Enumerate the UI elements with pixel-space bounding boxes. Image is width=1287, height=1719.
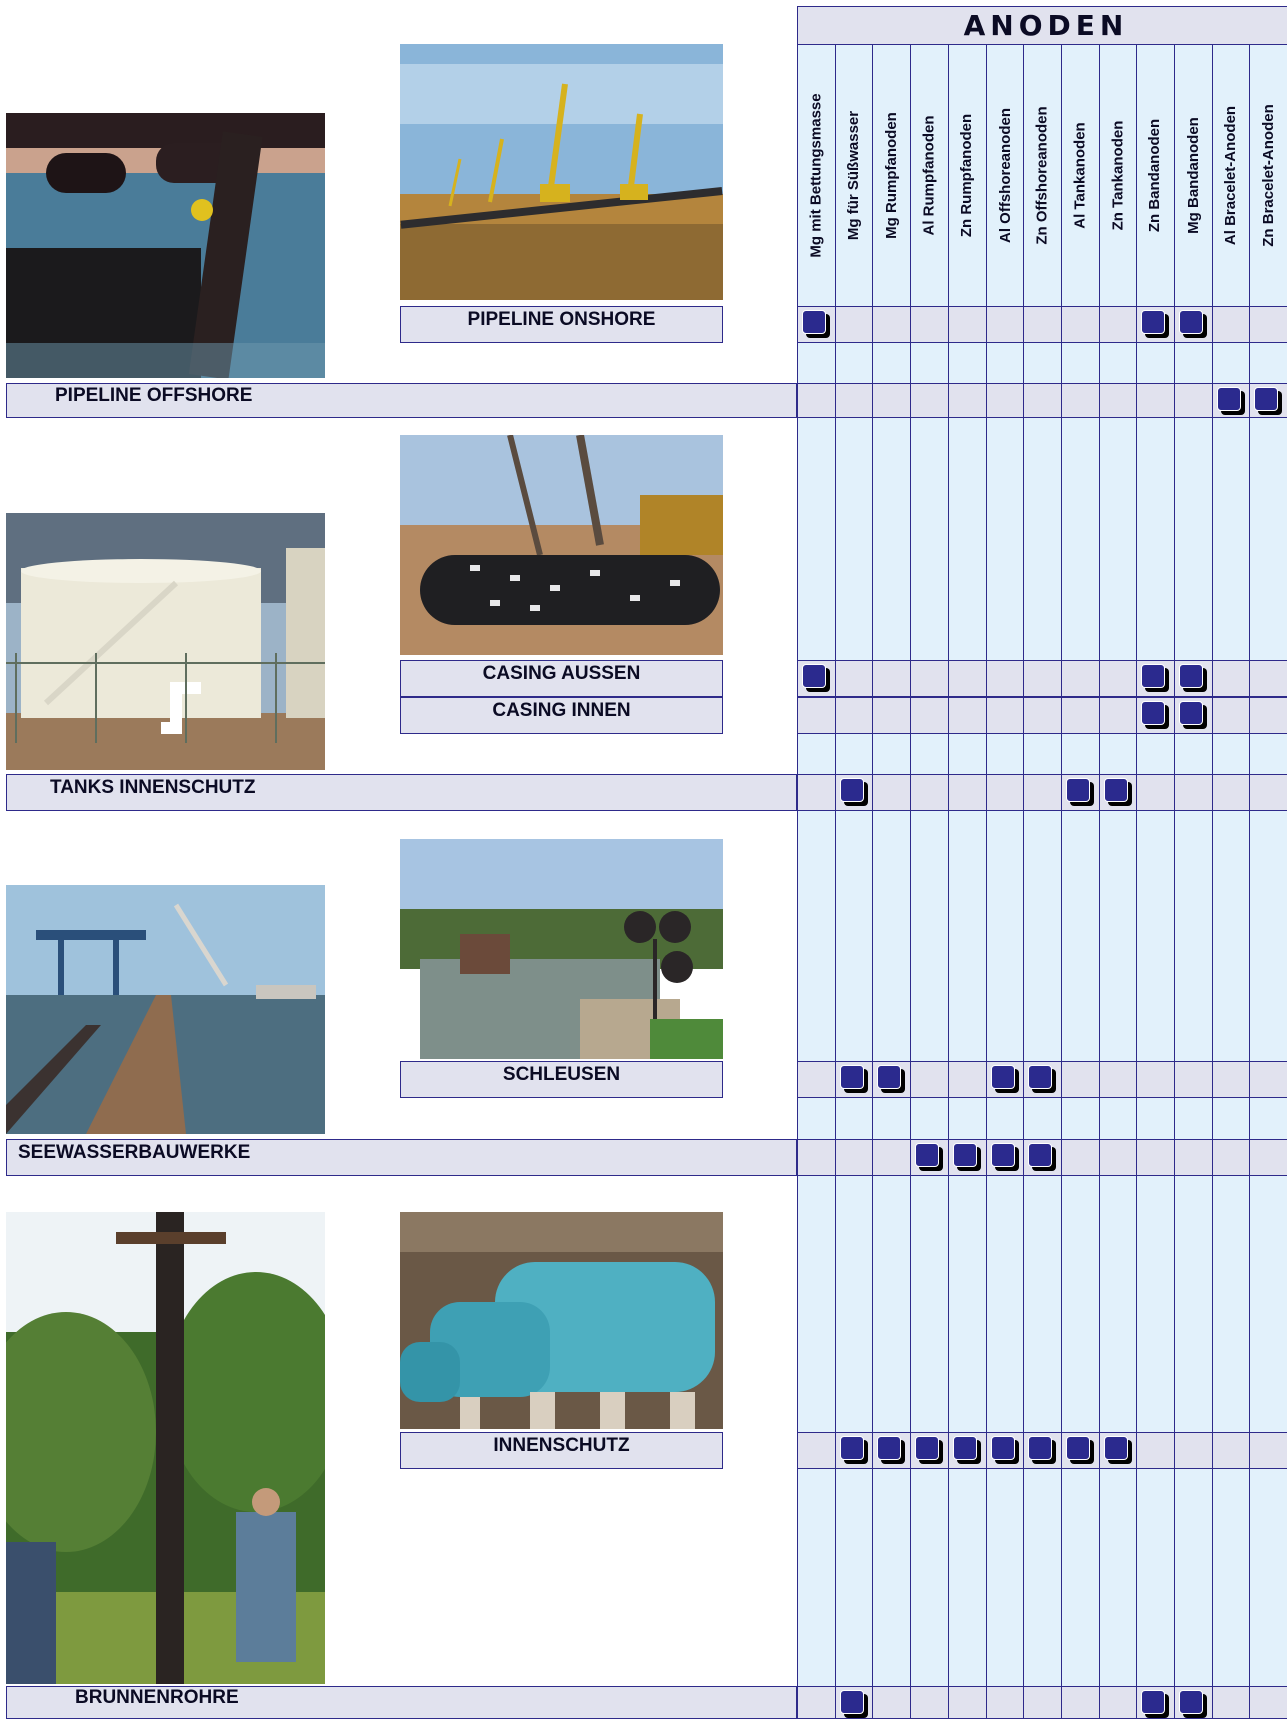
marker-casing-aussen-mg-bandanoden [1179, 664, 1203, 688]
row-label-innenschutz: INNENSCHUTZ [493, 1434, 630, 1456]
marker-innenschutz-al-rumpfanoden [915, 1436, 939, 1460]
column-label-text: Al Offshoreanoden [996, 107, 1014, 243]
row-band-matrix-casing-innen [797, 697, 1287, 734]
marker-brunnenrohre-mg-für-süßwasser [840, 1690, 864, 1714]
row-label-schleusen: SCHLEUSEN [502, 1063, 621, 1085]
row-label-seewasserbauwerke: SEEWASSERBAUWERKE [18, 1141, 251, 1163]
marker-schleusen-mg-für-süßwasser [840, 1065, 864, 1089]
marker-innenschutz-zn-rumpfanoden [953, 1436, 977, 1460]
column-label-zn-bandanoden: Zn Bandanoden [1136, 50, 1174, 300]
row-label-tanks-innenschutz: TANKS INNENSCHUTZ [50, 776, 256, 798]
column-label-text: Zn Tankanoden [1109, 120, 1127, 230]
marker-tanks-innenschutz-zn-tankanoden [1104, 778, 1128, 802]
marker-brunnenrohre-mg-bandanoden [1179, 1690, 1203, 1714]
column-label-mg-rumpfanoden: Mg Rumpfanoden [872, 50, 910, 300]
marker-casing-aussen-zn-bandanoden [1141, 664, 1165, 688]
marker-pipeline-onshore-mg-mit-bettungsmasse [802, 310, 826, 334]
marker-innenschutz-zn-offshoreanoden [1028, 1436, 1052, 1460]
marker-pipeline-onshore-mg-bandanoden [1179, 310, 1203, 334]
row-label-pipeline-offshore: PIPELINE OFFSHORE [55, 384, 253, 406]
column-label-text: Mg Rumpfanoden [882, 111, 900, 239]
photo-brunnenrohre [6, 1212, 325, 1684]
column-label-text: Al Tankanoden [1071, 121, 1089, 229]
photo-pipeline-offshore [6, 113, 325, 378]
marker-schleusen-mg-rumpfanoden [877, 1065, 901, 1089]
column-label-mg-mit-bettungsmasse: Mg mit Bettungsmasse [797, 50, 835, 300]
column-label-mg-bandanoden: Mg Bandanoden [1174, 50, 1212, 300]
column-label-al-tankanoden: Al Tankanoden [1061, 50, 1099, 300]
row-band-matrix-pipeline-offshore [797, 383, 1287, 418]
row-band-matrix-tanks-innenschutz [797, 774, 1287, 811]
marker-innenschutz-mg-für-süßwasser [840, 1436, 864, 1460]
column-label-text: Zn Bracelet-Anoden [1259, 103, 1277, 247]
row-band-matrix-pipeline-onshore [797, 306, 1287, 343]
marker-pipeline-offshore-zn-bracelet-anoden [1254, 387, 1278, 411]
marker-brunnenrohre-zn-bandanoden [1141, 1690, 1165, 1714]
row-label-casing-innen: CASING INNEN [492, 699, 631, 721]
marker-schleusen-zn-offshoreanoden [1028, 1065, 1052, 1089]
column-label-zn-bracelet-anoden: Zn Bracelet-Anoden [1249, 50, 1287, 300]
column-label-text: Mg für Süßwasser [845, 110, 863, 240]
marker-innenschutz-zn-tankanoden [1104, 1436, 1128, 1460]
column-label-text: Zn Bandanoden [1146, 118, 1164, 232]
marker-seewasserbauwerke-al-rumpfanoden [915, 1143, 939, 1167]
marker-innenschutz-mg-rumpfanoden [877, 1436, 901, 1460]
marker-casing-innen-zn-bandanoden [1141, 701, 1165, 725]
photo-casing [400, 435, 723, 655]
row-band-matrix-casing-aussen [797, 660, 1287, 697]
row-band-matrix-brunnenrohre [797, 1686, 1287, 1719]
photo-innenschutz [400, 1212, 723, 1429]
column-label-mg-für-süßwasser: Mg für Süßwasser [835, 50, 873, 300]
column-label-text: Mg mit Bettungsmasse [807, 92, 825, 258]
anoden-application-matrix: ANODEN Mg mit Bettungsmasse Mg für Süßwas… [0, 0, 1287, 1719]
marker-casing-innen-mg-bandanoden [1179, 701, 1203, 725]
marker-pipeline-offshore-al-bracelet-anoden [1217, 387, 1241, 411]
marker-seewasserbauwerke-al-offshoreanoden [991, 1143, 1015, 1167]
marker-innenschutz-al-tankanoden [1066, 1436, 1090, 1460]
row-label-pipeline-onshore: PIPELINE ONSHORE [467, 308, 656, 330]
column-label-text: Mg Bandanoden [1184, 116, 1202, 234]
column-label-text: Al Rumpfanoden [920, 115, 938, 235]
column-label-zn-rumpfanoden: Zn Rumpfanoden [948, 50, 986, 300]
marker-casing-aussen-mg-mit-bettungsmasse [802, 664, 826, 688]
column-label-text: Zn Rumpfanoden [958, 113, 976, 237]
marker-innenschutz-al-offshoreanoden [991, 1436, 1015, 1460]
marker-seewasserbauwerke-zn-rumpfanoden [953, 1143, 977, 1167]
marker-tanks-innenschutz-al-tankanoden [1066, 778, 1090, 802]
column-label-al-offshoreanoden: Al Offshoreanoden [986, 50, 1024, 300]
photo-schleusen [400, 839, 723, 1059]
photo-pipeline-onshore [400, 44, 723, 300]
marker-pipeline-onshore-zn-bandanoden [1141, 310, 1165, 334]
column-label-zn-tankanoden: Zn Tankanoden [1099, 50, 1137, 300]
row-label-casing-aussen: CASING AUSSEN [482, 662, 641, 684]
anoden-header: ANODEN [797, 6, 1287, 45]
column-label-text: Al Bracelet-Anoden [1222, 105, 1240, 245]
row-label-brunnenrohre: BRUNNENROHRE [75, 1686, 239, 1708]
column-label-text: Zn Offshoreanoden [1033, 105, 1051, 245]
photo-seewasserbauwerke [6, 885, 325, 1134]
column-label-zn-offshoreanoden: Zn Offshoreanoden [1023, 50, 1061, 300]
column-label-al-rumpfanoden: Al Rumpfanoden [910, 50, 948, 300]
marker-schleusen-al-offshoreanoden [991, 1065, 1015, 1089]
marker-tanks-innenschutz-mg-für-süßwasser [840, 778, 864, 802]
column-label-al-bracelet-anoden: Al Bracelet-Anoden [1212, 50, 1250, 300]
marker-seewasserbauwerke-zn-offshoreanoden [1028, 1143, 1052, 1167]
photo-tanks [6, 513, 325, 770]
